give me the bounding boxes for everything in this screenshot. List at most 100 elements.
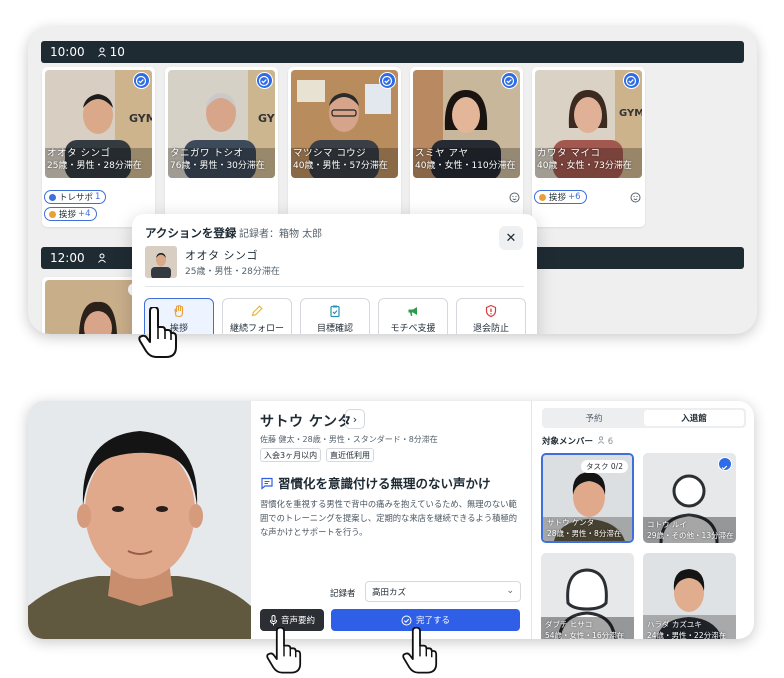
microphone-icon [269,614,277,625]
view-toggle: 予約 入退館 [542,408,746,428]
avatar [145,246,177,278]
checked-icon [256,72,273,89]
action-label: 継続フォロー [229,324,284,334]
add-reaction-icon[interactable] [509,191,521,203]
checked-icon [379,72,396,89]
member-card[interactable]: GYM オオタ シンゴ 25歳・男性・28分滞在 トレサポ 1 挨拶 +4 [42,67,155,227]
member-card[interactable]: GYM O カワタ マイコ 40歳・女性・73分滞在 挨拶+6 [532,67,645,227]
checked-icon [501,72,518,89]
member-info: 28歳・男性・8分滞在 [547,529,622,538]
member-name: オオタ シンゴ [47,148,111,159]
member-tile[interactable]: ハラダ カズユキ 24歳・男性・22分滞在 [643,553,736,639]
member-info: 40歳・女性・73分滞在 [537,161,632,171]
member-subinfo: 佐藤 健太・28歳・男性・スタンダード・8分滞在 [260,435,438,444]
advice-headline: 習慣化を意識付ける無理のない声かけ [278,476,491,491]
members-title: 対象メンバー [542,437,594,447]
time-slot-header[interactable]: 10:00 10 [41,41,744,63]
hand-icon [49,210,56,218]
action-follow-button[interactable]: 継続フォロー [222,298,292,334]
checked-icon [718,457,732,471]
close-icon: ✕ [505,230,517,246]
recorder-select[interactable]: 高田カズ ⌄ [365,581,521,602]
hand-pointer-icon [402,627,438,674]
member-tile[interactable]: タスク 0/2 サトウ ケンタ 28歳・男性・8分滞在 [541,453,634,543]
chevron-right-icon: › [352,412,358,426]
action-label: 目標確認 [316,324,353,334]
member-card[interactable]: スミヤ アヤ 40歳・女性・110分滞在 [410,67,523,227]
member-photo-large [28,401,251,639]
member-info: 40歳・男性・57分滞在 [293,161,388,171]
divider [145,286,524,287]
member-chip: 入会3ヶ月以内 [260,448,322,462]
member-name: サトウ ケンタ [260,414,352,430]
recorder-label: 記録者 [330,589,356,599]
member-info: 29歳・その他・13分滞在 [647,531,734,540]
advice-description: 習慣化を重視する男性で背中の痛みを抱えているため、無理のない範囲でのトレーニング… [260,499,518,537]
checked-icon [623,72,640,89]
member-name: コトウ ルイ [647,520,687,529]
member-chip: 直近低利用 [326,448,374,462]
members-sidebar: 予約 入退館 対象メンバー 6 タスク 0/2 サトウ ケンタ 28歳・男性・8… [531,401,754,639]
slot-count: 10 [109,45,125,59]
action-retention-button[interactable]: 退会防止 [456,298,526,334]
action-tag[interactable]: 挨拶 +6 [534,190,587,204]
svg-text:GYM: GYM [129,112,152,125]
pencil-icon [251,305,263,317]
action-label: 退会防止 [472,324,509,334]
action-tag[interactable]: 挨拶 +4 [44,207,97,221]
add-reaction-icon[interactable] [630,191,642,203]
member-detail-panel: サトウ ケンタ › 佐藤 健太・28歳・男性・スタンダード・8分滞在 入会3ヶ月… [28,401,754,639]
members-count: 6 [607,436,614,447]
member-name: ハラダ カズユキ [647,620,702,629]
clipboard-icon [330,305,340,318]
tab-reservation[interactable]: 予約 [544,410,644,426]
slot-time: 12:00 [50,251,85,265]
dialog-title: アクションを登録 [145,226,237,240]
action-label: モチベ支援 [390,324,436,334]
member-card[interactable]: GY タニガワ トシオ 76歳・男性・30分滞在 [165,67,278,227]
close-button[interactable]: ✕ [499,226,523,250]
member-card[interactable]: マツシマ コウジ 40歳・男性・57分滞在 [288,67,401,227]
hand-pointer-icon [266,627,302,674]
member-info: 24歳・男性・22分滞在 [647,631,727,639]
trainer-icon [49,193,56,201]
action-register-dialog: アクションを登録 記録者：箱物 太郎 ✕ オオタ シンゴ 25歳・男性・28分滞… [132,214,537,334]
member-info: 40歳・女性・110分滞在 [415,161,516,171]
person-icon [597,435,605,444]
member-info: 54歳・女性・16分滞在 [545,631,625,639]
task-badge: タスク 0/2 [581,460,628,473]
action-motivation-button[interactable]: モチベ支援 [378,298,448,334]
member-name: タニガワ トシオ [170,148,244,159]
hand-icon [539,193,546,201]
svg-text:GYM O: GYM O [619,108,642,119]
message-icon [261,477,273,490]
svg-text:GY: GY [258,112,275,125]
next-member-button[interactable]: › [345,409,365,429]
member-tile[interactable]: ダブチ ヒサコ 54歳・女性・16分滞在 [541,553,634,639]
recorder-value: 高田カズ [372,587,407,598]
member-name: サトウ ケンタ [547,518,595,527]
action-tag[interactable]: トレサポ 1 [44,190,107,204]
member-info: 25歳・男性・28分滞在 [47,161,142,171]
member-name: ダブチ ヒサコ [545,620,593,629]
person-icon [97,253,106,263]
member-name: マツシマ コウジ [293,148,367,159]
slot-time: 10:00 [50,45,85,59]
member-detail: サトウ ケンタ › 佐藤 健太・28歳・男性・スタンダード・8分滞在 入会3ヶ月… [259,401,531,639]
check-circle-icon [401,615,412,625]
hand-pointer-icon [138,307,177,358]
member-tile[interactable]: コトウ ルイ 29歳・その他・13分滞在 [643,453,736,543]
action-goal-button[interactable]: 目標確認 [300,298,370,334]
megaphone-icon [408,307,417,316]
recorder-label: 記録者：箱物 太郎 [239,229,323,240]
tab-entry-exit[interactable]: 入退館 [644,410,744,426]
member-name: カワタ マイコ [537,148,601,159]
chevron-down-icon: ⌄ [506,586,514,596]
member-info: 76歳・男性・30分滞在 [170,161,265,171]
member-name: スミヤ アヤ [415,148,469,159]
checkin-board-panel: 10:00 10 GYM オオタ シンゴ 25歳・男性・28分滞在 トレサポ 1 … [28,27,757,334]
checked-icon [133,72,150,89]
person-name: オオタ シンゴ [185,249,258,262]
person-info: 25歳・男性・28分滞在 [185,267,280,277]
person-icon [97,47,106,57]
